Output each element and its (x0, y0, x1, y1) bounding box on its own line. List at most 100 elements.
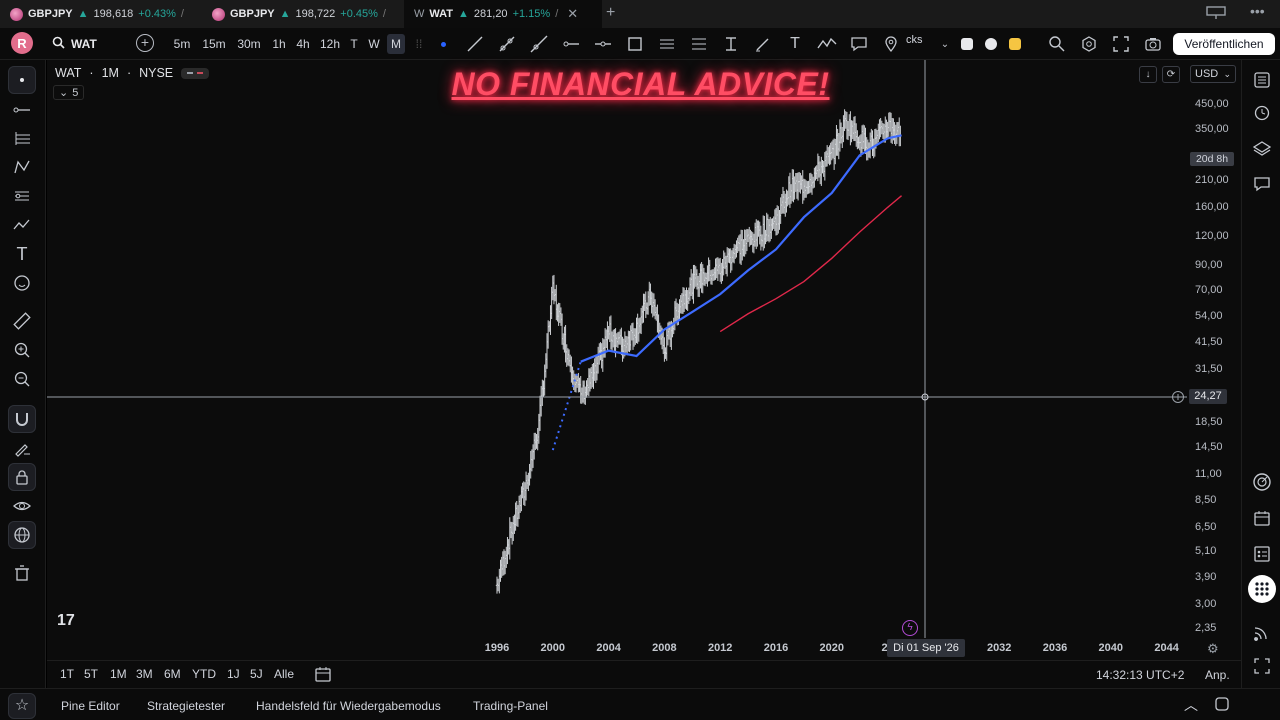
price-axis[interactable]: USD ⌄ 450,00 350,00 210,00 160,00 120,00 90,0… (1187, 60, 1241, 638)
horizontal-ray-icon[interactable] (560, 33, 582, 55)
tab-strategy-tester[interactable]: Strategietester (147, 699, 225, 713)
sync-icon[interactable]: ⟳ (1162, 66, 1180, 83)
chevron-up-icon[interactable]: ︿ (1184, 695, 1198, 715)
comment-icon[interactable] (848, 33, 870, 55)
layers-icon[interactable] (1250, 136, 1274, 160)
dot-cursor-icon[interactable] (432, 33, 454, 55)
publish-button[interactable]: Veröffentlichen (1173, 33, 1275, 55)
extended-line-icon[interactable] (528, 33, 550, 55)
chevron-down-icon[interactable]: ⌄ (934, 33, 956, 55)
date-range-icon[interactable] (315, 666, 331, 685)
adjust-button[interactable]: Anp. (1205, 668, 1230, 682)
range-1y[interactable]: 1J (227, 667, 240, 681)
maximize-panel-icon[interactable] (1215, 697, 1229, 714)
browser-tab-wat[interactable]: W WAT ▲ 281,20 +1.15% / ✕ (404, 0, 602, 28)
globe-icon[interactable] (8, 521, 36, 549)
interval-12h[interactable]: 12h (318, 34, 342, 54)
range-3m[interactable]: 3M (136, 667, 153, 681)
scroll-to-latest-icon[interactable]: ↓ (1139, 66, 1157, 83)
symbol-search[interactable]: WAT (52, 34, 97, 54)
text-cursor-icon[interactable] (720, 33, 742, 55)
pattern-icon[interactable] (816, 33, 838, 55)
zoom-in-icon[interactable] (8, 336, 36, 364)
range-5y[interactable]: 5J (250, 667, 263, 681)
target-icon[interactable] (1250, 470, 1274, 494)
chat-icon[interactable] (1250, 172, 1274, 196)
interval-1h[interactable]: 1h (270, 34, 288, 54)
time-axis[interactable]: 1996200020042008201220162020202032203620… (47, 638, 1241, 660)
stocks-label[interactable]: cks (906, 34, 923, 46)
clock[interactable]: 14:32:13 UTC+2 (1096, 668, 1184, 682)
interval-day[interactable]: T (348, 34, 360, 54)
tab-trading-panel[interactable]: Trading-Panel (473, 699, 548, 713)
browser-tab-gbpjpy-1[interactable]: GBPJPY ▲ 198,618 +0.43% / (0, 0, 200, 28)
star-icon[interactable]: ☆ (8, 693, 36, 719)
eye-icon[interactable] (8, 492, 36, 520)
interval-15m[interactable]: 15m (200, 34, 228, 54)
more-icon[interactable]: ••• (1250, 3, 1265, 19)
emoji-icon[interactable] (8, 269, 36, 297)
calendar-icon[interactable] (1250, 506, 1274, 530)
parallel-channel-icon[interactable] (656, 33, 678, 55)
range-all[interactable]: Alle (274, 667, 294, 681)
fib-retracement-icon[interactable] (688, 33, 710, 55)
fib-tool-icon[interactable] (8, 124, 36, 152)
window-layout-icon[interactable] (1206, 5, 1226, 24)
cursor-tool-icon[interactable] (8, 66, 36, 94)
trash-icon[interactable] (8, 559, 36, 587)
range-1m[interactable]: 1M (110, 667, 127, 681)
axis-settings-icon[interactable]: ⚙ (1207, 641, 1219, 657)
replay-icon[interactable] (1009, 38, 1021, 50)
horizontal-line-icon[interactable] (592, 33, 614, 55)
apps-grid-icon[interactable] (1248, 575, 1276, 603)
range-6m[interactable]: 6M (164, 667, 181, 681)
help-icon[interactable] (1250, 654, 1274, 678)
magnet-icon[interactable] (8, 405, 36, 433)
ray-icon[interactable] (496, 33, 518, 55)
alarm-clock-icon[interactable] (1250, 100, 1274, 124)
interval-5m[interactable]: 5m (170, 34, 194, 54)
line-tool-icon[interactable] (8, 96, 36, 124)
broadcast-icon[interactable] (1250, 620, 1274, 644)
range-5d[interactable]: 5T (84, 667, 98, 681)
interval-month[interactable]: M (387, 34, 405, 54)
pattern-tool-icon[interactable] (8, 153, 36, 181)
settings-icon[interactable] (1078, 33, 1100, 55)
new-tab-icon[interactable]: + (606, 4, 615, 22)
interval-4h[interactable]: 4h (294, 34, 312, 54)
zoom-out-icon[interactable] (8, 365, 36, 393)
chart-pane[interactable]: WAT · 1M · NYSE ⌄ 5 NO FINANCIAL ADVICE!… (47, 60, 1187, 638)
brush-tool-icon[interactable] (8, 211, 36, 239)
text-tool-icon[interactable]: T (784, 33, 806, 55)
location-pin-icon[interactable] (880, 33, 902, 55)
range-ytd[interactable]: YTD (192, 667, 216, 681)
alert-icon[interactable] (985, 38, 997, 50)
drag-handle-icon[interactable]: ⁞⁞ (408, 33, 430, 55)
lock-icon[interactable] (8, 463, 36, 491)
lightning-icon[interactable]: ϟ (902, 620, 918, 636)
data-window-icon[interactable] (1250, 542, 1274, 566)
tab-replay-trading[interactable]: Handelsfeld für Wiedergabemodus (256, 699, 441, 713)
camera-icon[interactable] (1142, 33, 1164, 55)
chart-type-icon[interactable] (961, 38, 973, 50)
zoom-icon[interactable] (1046, 33, 1068, 55)
close-tab-icon[interactable]: ✕ (567, 6, 578, 22)
trend-line-icon[interactable] (464, 33, 486, 55)
interval-week[interactable]: W (366, 34, 382, 54)
rectangle-icon[interactable] (624, 33, 646, 55)
text-tool-icon[interactable]: T (8, 240, 36, 268)
avatar[interactable]: R (11, 32, 33, 54)
keep-drawing-icon[interactable] (8, 434, 36, 462)
projection-tool-icon[interactable] (8, 182, 36, 210)
interval-30m[interactable]: 30m (234, 34, 264, 54)
compare-symbol-button[interactable]: + (136, 34, 154, 52)
tab-pine-editor[interactable]: Pine Editor (61, 699, 120, 713)
watchlist-icon[interactable] (1250, 68, 1274, 92)
browser-tab-gbpjpy-2[interactable]: GBPJPY ▲ 198,722 +0.45% / (202, 0, 402, 28)
ruler-icon[interactable] (8, 307, 36, 335)
price-chart[interactable] (47, 60, 1187, 638)
currency-selector[interactable]: USD ⌄ (1190, 65, 1236, 83)
brush-icon[interactable] (752, 33, 774, 55)
fullscreen-icon[interactable] (1110, 33, 1132, 55)
range-1d[interactable]: 1T (60, 667, 74, 681)
